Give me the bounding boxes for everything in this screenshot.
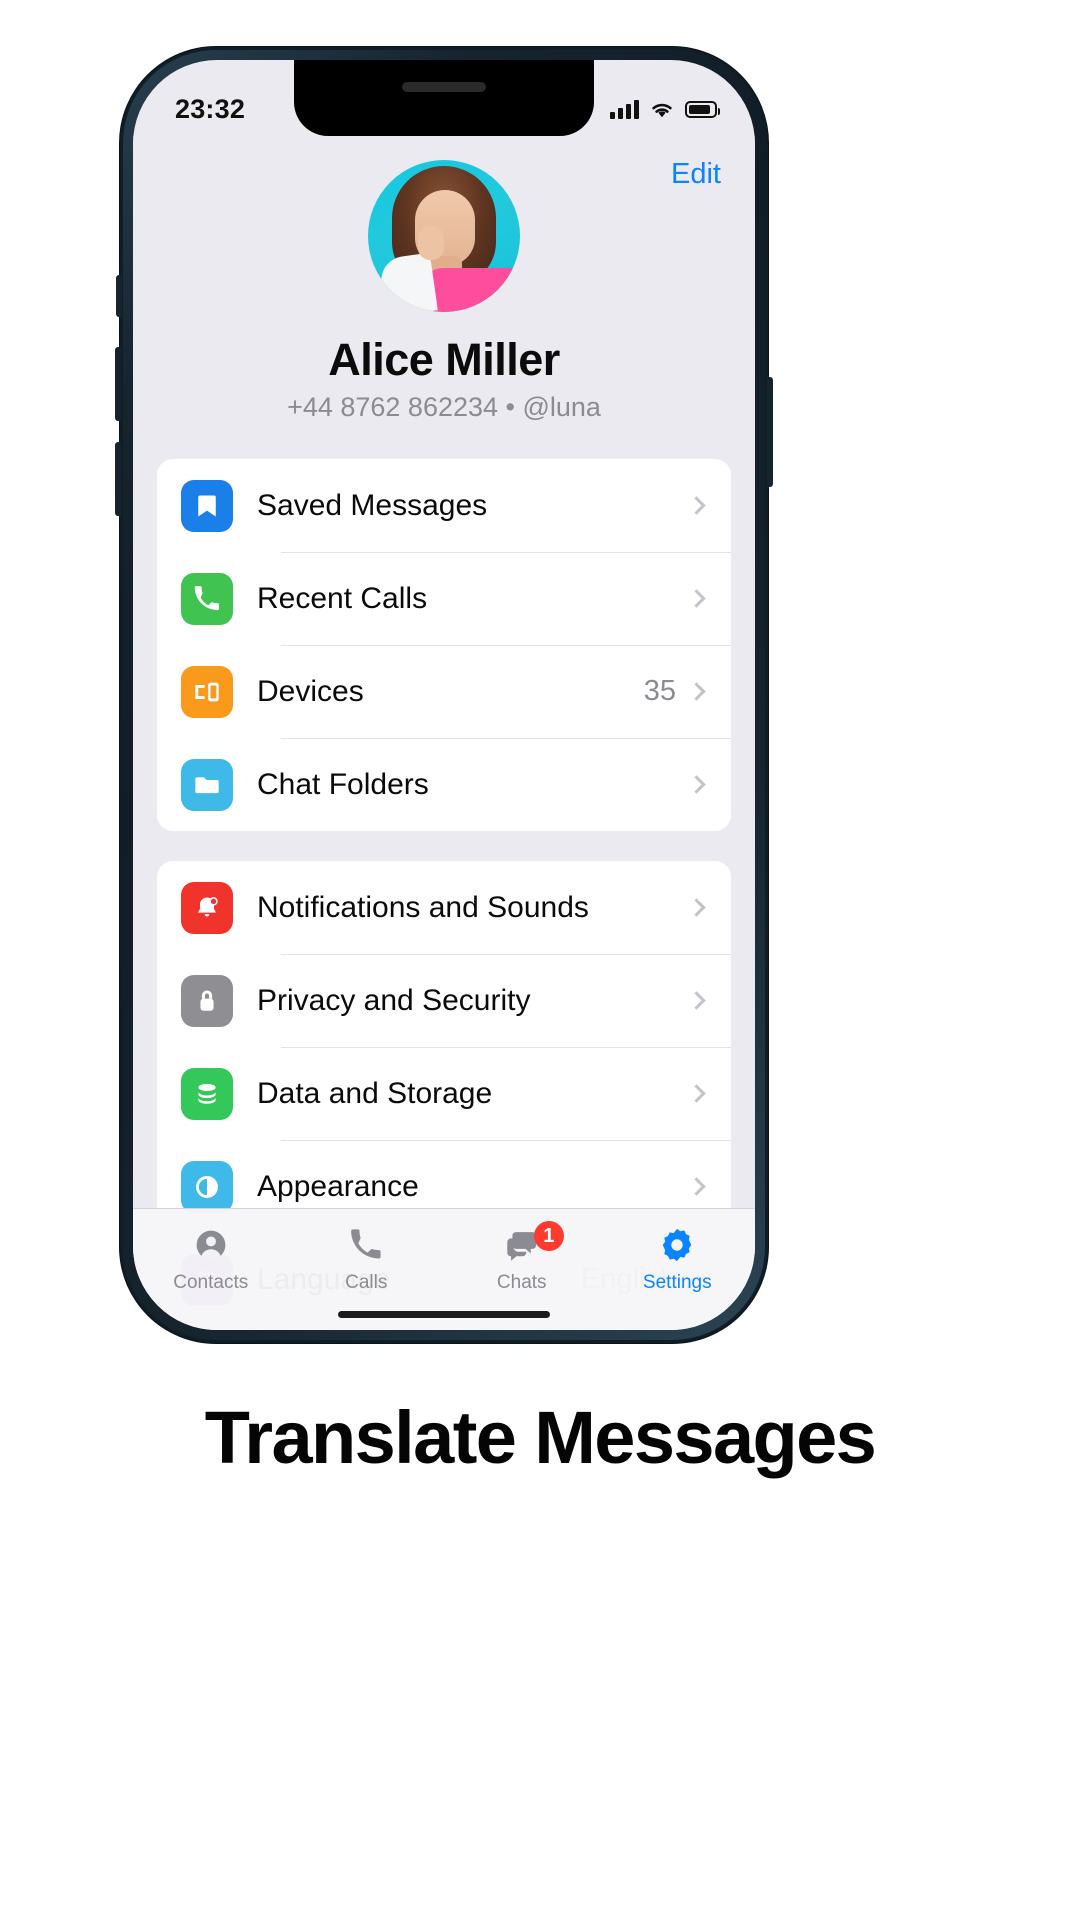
settings-group-1: Saved Messages Recent Calls Devices 35 C… bbox=[157, 459, 731, 831]
mute-switch[interactable] bbox=[116, 275, 122, 317]
chevron-right-icon bbox=[687, 496, 706, 515]
tab-chats[interactable]: 1 Chats bbox=[444, 1221, 600, 1294]
calls-icon bbox=[349, 1225, 383, 1265]
chevron-right-icon bbox=[687, 991, 706, 1010]
signal-bars-icon bbox=[610, 99, 639, 119]
home-indicator[interactable] bbox=[338, 1311, 550, 1318]
folder-icon bbox=[181, 758, 233, 811]
power-button[interactable] bbox=[767, 377, 773, 487]
battery-icon bbox=[685, 100, 720, 118]
settings-row-saved-messages[interactable]: Saved Messages bbox=[157, 459, 731, 552]
status-time: 23:32 bbox=[175, 93, 246, 124]
bookmark-icon bbox=[181, 479, 233, 532]
edit-button[interactable]: Edit bbox=[671, 158, 721, 191]
wifi-icon bbox=[652, 103, 672, 117]
avatar[interactable] bbox=[368, 160, 520, 312]
settings-row-data-and-storage[interactable]: Data and Storage bbox=[157, 1047, 731, 1140]
profile-subtitle: +44 8762 862234 • @luna bbox=[287, 392, 601, 422]
settings-row-label: Chat Folders bbox=[257, 767, 429, 801]
tab-label: Contacts bbox=[173, 1272, 249, 1293]
settings-row-devices[interactable]: Devices 35 bbox=[157, 645, 731, 738]
chevron-right-icon bbox=[687, 1084, 706, 1103]
tab-calls[interactable]: Calls bbox=[289, 1225, 445, 1294]
settings-row-label: Data and Storage bbox=[257, 1076, 493, 1110]
settings-row-label: Saved Messages bbox=[257, 488, 488, 522]
tab-label: Settings bbox=[642, 1272, 712, 1293]
tab-label: Calls bbox=[345, 1272, 388, 1293]
settings-row-label: Appearance bbox=[257, 1169, 419, 1203]
bell-icon bbox=[181, 881, 233, 934]
phone-frame: 23:32 Edit Alice Miller +44 8762 862234 … bbox=[115, 47, 773, 1343]
lock-icon bbox=[181, 974, 233, 1027]
phone-icon bbox=[181, 572, 233, 625]
volume-down-button[interactable] bbox=[115, 442, 121, 516]
tab-contacts[interactable]: Contacts bbox=[133, 1225, 289, 1294]
volume-up-button[interactable] bbox=[115, 347, 121, 421]
chevron-right-icon bbox=[687, 775, 706, 794]
settings-row-label: Notifications and Sounds bbox=[257, 890, 589, 924]
chevron-right-icon bbox=[687, 682, 706, 701]
settings-row-value: 35 bbox=[643, 675, 676, 707]
chevron-right-icon bbox=[687, 898, 706, 917]
tab-settings[interactable]: Settings bbox=[600, 1225, 756, 1294]
devices-icon bbox=[181, 665, 233, 718]
status-icons bbox=[610, 99, 720, 119]
settings-gear-icon bbox=[658, 1225, 696, 1265]
settings-row-label: Recent Calls bbox=[257, 581, 428, 615]
chevron-right-icon bbox=[687, 589, 706, 608]
contacts-icon bbox=[193, 1225, 229, 1265]
profile-header: Edit Alice Miller +44 8762 862234 • @lun… bbox=[133, 136, 755, 447]
page-title: Alice Miller bbox=[328, 334, 560, 385]
settings-row-chat-folders[interactable]: Chat Folders bbox=[157, 738, 731, 831]
chevron-right-icon bbox=[687, 1177, 706, 1196]
settings-row-privacy-and-security[interactable]: Privacy and Security bbox=[157, 954, 731, 1047]
settings-row-label: Devices bbox=[257, 674, 364, 708]
contrast-icon bbox=[181, 1160, 233, 1213]
chats-unread-badge: 1 bbox=[533, 1221, 564, 1251]
settings-row-recent-calls[interactable]: Recent Calls bbox=[157, 552, 731, 645]
status-bar: 23:32 bbox=[133, 60, 755, 136]
settings-row-notifications-and-sounds[interactable]: Notifications and Sounds bbox=[157, 861, 731, 954]
phone-screen: 23:32 Edit Alice Miller +44 8762 862234 … bbox=[133, 60, 755, 1330]
caption-text: Translate Messages bbox=[204, 1396, 877, 1479]
settings-row-label: Privacy and Security bbox=[257, 983, 531, 1017]
settings-scroll-view[interactable]: Edit Alice Miller +44 8762 862234 • @lun… bbox=[133, 136, 755, 1330]
tab-label: Chats bbox=[496, 1272, 547, 1293]
database-icon bbox=[181, 1067, 233, 1120]
screenshot-root: 23:32 Edit Alice Miller +44 8762 862234 … bbox=[0, 0, 1080, 1911]
